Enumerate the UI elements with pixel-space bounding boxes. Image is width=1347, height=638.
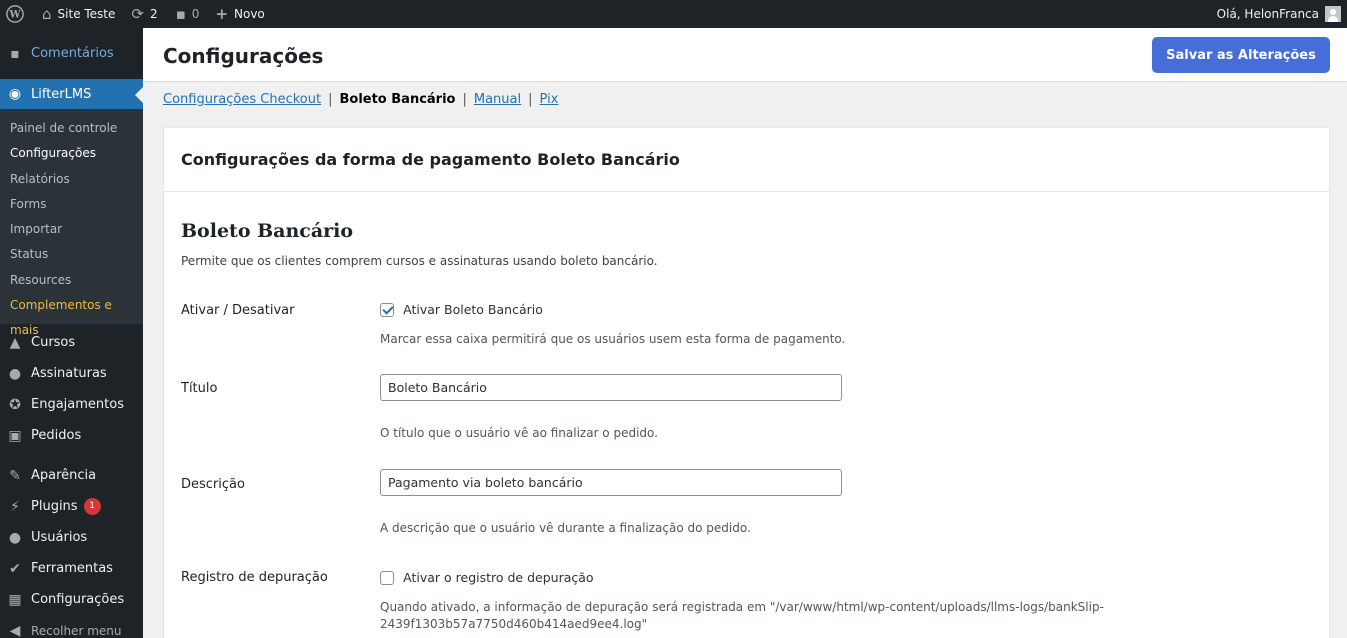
avatar xyxy=(1325,6,1341,22)
wordpress-logo[interactable]: W xyxy=(0,0,30,28)
tab-checkout-settings[interactable]: Configurações Checkout xyxy=(163,92,321,107)
sidebar-item-label: Cursos xyxy=(31,335,76,351)
sidebar-item-plugins[interactable]: ⚡ Plugins 1 xyxy=(0,491,143,522)
graduation-cap-icon: ▲ xyxy=(9,334,21,351)
sidebar-item-label: Pedidos xyxy=(31,428,82,444)
section-title: Boleto Bancário xyxy=(181,220,354,242)
submenu-item-reports[interactable]: Relatórios xyxy=(0,167,143,192)
debug-help-line: Quando ativado, a informação de depuraçã… xyxy=(380,600,1104,614)
sidebar-item-label: Plugins xyxy=(31,499,78,515)
separator: | xyxy=(528,92,533,107)
svg-text:W: W xyxy=(8,10,21,21)
comments-count: 0 xyxy=(191,7,200,21)
updates-link[interactable]: ⟳ 2 xyxy=(121,0,163,28)
greeting: Olá, HelonFranca xyxy=(1216,7,1319,21)
settings-panel: Configurações da forma de pagamento Bole… xyxy=(163,127,1330,638)
paint-brush-icon: ✎ xyxy=(9,467,21,484)
site-name: Site Teste xyxy=(57,7,116,21)
enable-field: Ativar Boleto Bancário xyxy=(380,302,543,317)
title-help-text: O título que o usuário vê ao finalizar o… xyxy=(380,426,658,440)
enable-help-text: Marcar essa caixa permitirá que os usuár… xyxy=(380,332,846,346)
panel-header: Configurações da forma de pagamento Bole… xyxy=(164,128,1329,192)
enable-checkbox-label[interactable]: Ativar Boleto Bancário xyxy=(403,302,543,317)
tab-boleto-bancario: Boleto Bancário xyxy=(339,92,456,107)
debug-checkbox[interactable] xyxy=(380,570,394,585)
plugin-icon: ⚡ xyxy=(10,498,20,515)
section-description: Permite que os clientes comprem cursos e… xyxy=(181,254,658,268)
my-account[interactable]: Olá, HelonFranca xyxy=(1217,6,1347,22)
submenu-item-addons[interactable]: Complementos e mais xyxy=(0,293,143,337)
sidebar-item-label: LifterLMS xyxy=(31,86,92,102)
debug-field: Ativar o registro de depuração xyxy=(380,570,594,585)
sidebar-item-label: Engajamentos xyxy=(31,397,124,413)
submenu-item-forms[interactable]: Forms xyxy=(0,192,143,217)
separator: | xyxy=(328,92,333,107)
title-label: Título xyxy=(181,381,218,396)
submenu-item-status[interactable]: Status xyxy=(0,242,143,267)
debug-help-line: 2439f1303b57a7750d460b414aed9ee4.log" xyxy=(380,617,648,631)
separator: | xyxy=(462,92,467,107)
site-name-link[interactable]: ⌂ Site Teste xyxy=(30,0,121,28)
collapse-menu-button[interactable]: ◀ Recolher menu xyxy=(0,615,143,638)
debug-label: Registro de depuração xyxy=(181,570,328,585)
sidebar-item-label: Aparência xyxy=(31,468,97,484)
home-icon: ⌂ xyxy=(42,4,52,23)
submenu-item-import[interactable]: Importar xyxy=(0,217,143,242)
updates-count: 2 xyxy=(149,7,158,21)
cart-icon: ▣ xyxy=(8,427,22,444)
sidebar-item-lifterlms[interactable]: ◉ LifterLMS xyxy=(0,79,143,109)
description-label: Descrição xyxy=(181,477,245,492)
plugins-update-badge: 1 xyxy=(83,498,101,516)
sidebar-item-label: Assinaturas xyxy=(31,366,107,382)
wrench-icon: ✔ xyxy=(9,560,21,577)
tab-manual[interactable]: Manual xyxy=(474,92,521,107)
panel-title: Configurações da forma de pagamento Bole… xyxy=(181,150,680,169)
updates-icon: ⟳ xyxy=(131,4,144,23)
sidebar-item-users[interactable]: ● Usuários xyxy=(0,522,143,553)
enable-checkbox[interactable] xyxy=(380,302,394,317)
users-icon: ● xyxy=(8,529,22,546)
admin-bar: W ⌂ Site Teste ⟳ 2 ▪ 0 + Novo Olá, Helon… xyxy=(0,0,1347,28)
award-icon: ✪ xyxy=(9,396,21,413)
wordpress-icon: W xyxy=(6,5,24,23)
comments-link[interactable]: ▪ 0 xyxy=(164,0,206,28)
enable-label: Ativar / Desativar xyxy=(181,303,295,318)
comment-bubble-icon: ▪ xyxy=(175,4,186,23)
lifterlms-submenu: Painel de controle Configurações Relatór… xyxy=(0,109,143,337)
groups-icon: ● xyxy=(8,365,22,382)
page-header: Configurações Salvar as Alterações xyxy=(143,28,1347,82)
sidebar-item-label: Recolher menu xyxy=(31,623,122,638)
description-input[interactable] xyxy=(380,469,842,496)
sidebar-item-orders[interactable]: ▣ Pedidos xyxy=(0,420,143,451)
title-input[interactable] xyxy=(380,374,842,401)
tab-pix[interactable]: Pix xyxy=(540,92,559,107)
sidebar-item-appearance[interactable]: ✎ Aparência xyxy=(0,460,143,491)
save-changes-button[interactable]: Salvar as Alterações xyxy=(1152,37,1330,73)
collapse-icon: ◀ xyxy=(9,622,21,638)
description-help-text: A descrição que o usuário vê durante a f… xyxy=(380,521,751,535)
sidebar-item-settings[interactable]: ▦ Configurações xyxy=(0,584,143,615)
plus-icon: + xyxy=(215,4,229,23)
new-content-link[interactable]: + Novo xyxy=(205,0,270,28)
sidebar-item-label: Comentários xyxy=(31,46,114,61)
debug-help-text: Quando ativado, a informação de depuraçã… xyxy=(380,599,1104,633)
sidebar-item-comments[interactable]: ▪ Comentários xyxy=(0,38,143,69)
sidebar-item-label: Usuários xyxy=(31,530,88,546)
lifterlms-icon: ◉ xyxy=(8,86,22,102)
debug-checkbox-label[interactable]: Ativar o registro de depuração xyxy=(403,570,593,585)
sidebar-item-tools[interactable]: ✔ Ferramentas xyxy=(0,553,143,584)
gateway-subtabs: Configurações Checkout | Boleto Bancário… xyxy=(163,92,558,107)
sidebar-item-label: Ferramentas xyxy=(31,561,113,577)
submenu-item-dashboard[interactable]: Painel de controle xyxy=(0,116,143,141)
new-label: Novo xyxy=(234,7,265,21)
sidebar-item-memberships[interactable]: ● Assinaturas xyxy=(0,358,143,389)
sidebar-item-label: Configurações xyxy=(31,592,125,608)
page-title: Configurações xyxy=(163,44,324,68)
sidebar-item-engagements[interactable]: ✪ Engajamentos xyxy=(0,389,143,420)
comment-icon: ▪ xyxy=(10,45,20,62)
submenu-item-settings[interactable]: Configurações xyxy=(0,141,143,166)
submenu-item-resources[interactable]: Resources xyxy=(0,268,143,293)
admin-sidebar: ▪ Comentários ◉ LifterLMS Painel de cont… xyxy=(0,28,143,638)
settings-icon: ▦ xyxy=(8,591,22,608)
